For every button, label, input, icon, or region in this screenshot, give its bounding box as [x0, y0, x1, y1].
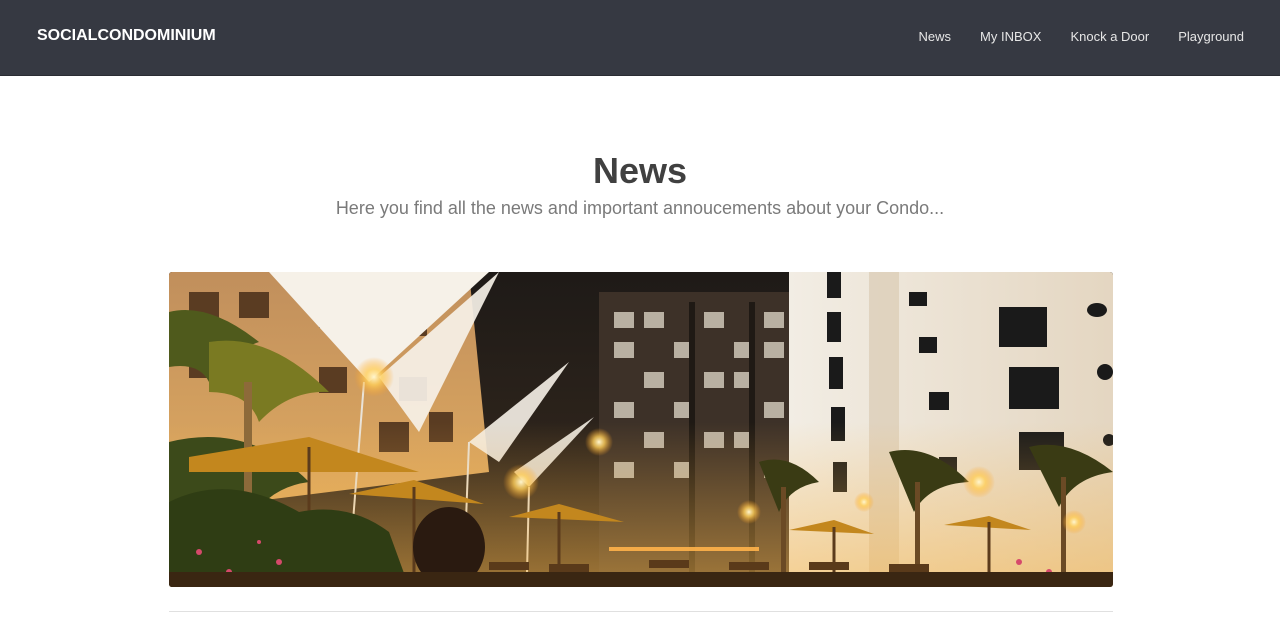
nav-link-knock-a-door[interactable]: Knock a Door [1070, 29, 1149, 44]
page-subtitle: Here you find all the news and important… [335, 198, 945, 218]
condominium-night-photo [169, 272, 1113, 587]
brand-logo[interactable]: SOCIALCONDOMINIUM [37, 27, 216, 45]
page-header: News Here you find all the news and impo… [0, 150, 1280, 219]
hero-image [169, 272, 1113, 587]
top-navbar: SOCIALCONDOMINIUM News My INBOX Knock a … [0, 0, 1280, 76]
content-divider [169, 611, 1113, 612]
nav-link-news[interactable]: News [919, 29, 952, 44]
page-title: News [592, 150, 688, 191]
main-nav: News My INBOX Knock a Door Playground [890, 29, 1244, 44]
nav-link-playground[interactable]: Playground [1178, 29, 1244, 44]
nav-link-my-inbox[interactable]: My INBOX [980, 29, 1041, 44]
